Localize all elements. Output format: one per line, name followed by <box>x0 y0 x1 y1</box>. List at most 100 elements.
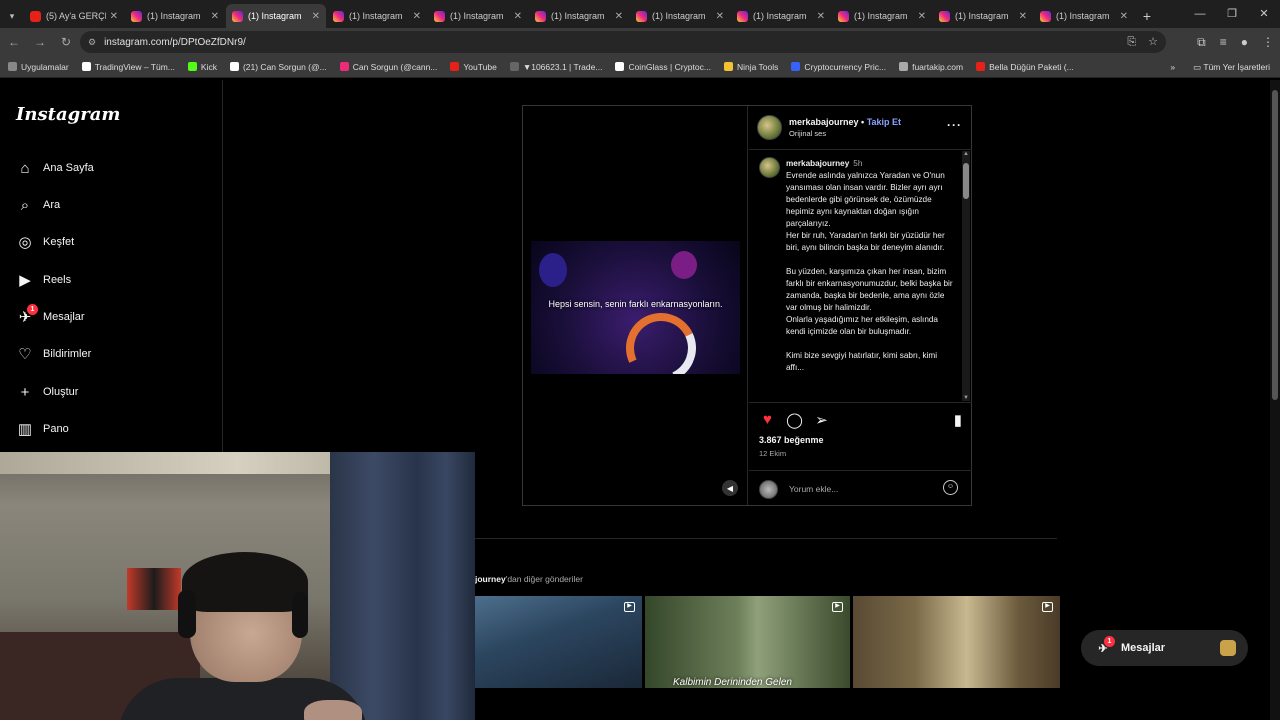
close-tab-icon[interactable]: ✕ <box>514 11 522 22</box>
bookmark-item[interactable]: (21) Can Sorgun (@... <box>229 62 327 72</box>
sidebar-item-bildirimler[interactable]: ♡ Bildirimler <box>16 342 91 366</box>
extensions-icon[interactable]: ⧉ <box>1197 28 1206 56</box>
maximize-button[interactable]: ❐ <box>1216 0 1248 28</box>
browser-tab[interactable]: (1) Instagram ✕ <box>630 4 730 28</box>
more-posts-username[interactable]: journey <box>475 574 506 584</box>
close-tab-icon[interactable]: ✕ <box>110 11 118 22</box>
instagram-logo[interactable]: Instagram <box>16 104 120 125</box>
browser-tab[interactable]: (1) Instagram ✕ <box>327 4 427 28</box>
site-info-icon[interactable]: ⚙ <box>88 37 96 48</box>
tab-search-button[interactable]: ▾ <box>0 4 24 28</box>
bookmark-item[interactable]: Can Sorgun (@cann... <box>339 62 437 72</box>
browser-tab[interactable]: (1) Instagram ✕ <box>226 4 326 28</box>
all-bookmarks-button[interactable]: ▭ Tüm Yer İşaretleri <box>1193 56 1270 78</box>
post-thumbnail[interactable]: ▶ <box>853 596 1060 688</box>
close-tab-icon[interactable]: ✕ <box>1120 11 1128 22</box>
share-icon[interactable]: ➢ <box>813 411 830 429</box>
caption-scroll-thumb[interactable] <box>963 163 969 199</box>
browser-tab[interactable]: (5) Ay'a GERÇEK ✕ <box>24 4 124 28</box>
close-tab-icon[interactable]: ✕ <box>716 11 724 22</box>
forward-button[interactable]: → <box>28 35 52 49</box>
instagram-favicon-icon <box>131 10 142 22</box>
scroll-up-arrow-icon[interactable]: ▲ <box>962 151 970 157</box>
mute-icon[interactable]: ◀ <box>722 480 738 496</box>
close-tab-icon[interactable]: ✕ <box>817 11 825 22</box>
sidebar-item-ara[interactable]: ⌕ Ara <box>16 193 60 217</box>
instagram-favicon-icon <box>838 10 849 22</box>
caption-scrollbar[interactable]: ▲ ▼ <box>962 151 970 401</box>
close-tab-icon[interactable]: ✕ <box>918 11 926 22</box>
like-heart-icon[interactable]: ♥ <box>759 411 776 428</box>
save-bookmark-icon[interactable]: ▮ <box>954 411 962 429</box>
sidebar-item-ana-sayfa[interactable]: ⌂ Ana Sayfa <box>16 156 93 180</box>
sidebar-item-mesajlar[interactable]: ✈ 1 Mesajlar <box>16 304 85 329</box>
comment-input[interactable]: Yorum ekle... <box>789 484 838 494</box>
post-thumbnail[interactable]: ▶ Kalbimin Derininden Gelen <box>645 596 850 688</box>
comment-icon[interactable]: ◯ <box>786 411 803 429</box>
install-app-icon[interactable]: ⎘ <box>1127 31 1136 53</box>
bookmark-item[interactable]: fuartakip.com <box>899 62 963 72</box>
post-date: 12 Ekim <box>759 449 787 458</box>
bookmark-item[interactable]: Uygulamalar <box>8 62 69 72</box>
close-tab-icon[interactable]: ✕ <box>413 11 421 22</box>
caption-username[interactable]: merkabajourney <box>786 159 849 168</box>
browser-tab[interactable]: (1) Instagram ✕ <box>1034 4 1134 28</box>
author-avatar[interactable] <box>757 115 782 140</box>
emoji-icon[interactable]: ☺ <box>943 480 958 495</box>
page-scroll-thumb[interactable] <box>1272 90 1278 400</box>
close-window-button[interactable]: ✕ <box>1248 0 1280 28</box>
bookmark-item[interactable]: CoinGlass | Cryptoc... <box>615 62 711 72</box>
browser-tab[interactable]: (1) Instagram ✕ <box>428 4 528 28</box>
sidebar-item-reels[interactable]: ▶ Reels <box>16 268 71 292</box>
bookmark-item[interactable]: YouTube <box>450 62 497 72</box>
close-tab-icon[interactable]: ✕ <box>312 11 320 22</box>
minimize-button[interactable]: — <box>1184 0 1216 28</box>
author-username[interactable]: merkabajourney <box>789 117 859 127</box>
follow-button[interactable]: Takip Et <box>867 117 901 127</box>
bookmark-favicon-icon <box>791 62 801 71</box>
browser-tab[interactable]: (1) Instagram ✕ <box>529 4 629 28</box>
instagram-favicon-icon <box>333 10 344 22</box>
bookmark-item[interactable]: Bella Düğün Paketi (... <box>976 62 1074 72</box>
reel-video[interactable]: Hepsi sensin, senin farklı enkarnasyonla… <box>531 241 740 374</box>
bookmark-list: Uygulamalar TradingView – Tüm... Kick (21) … <box>8 62 1087 72</box>
bookmark-item[interactable]: Kick <box>187 62 217 72</box>
sidebar-item-pano[interactable]: ▥ Pano <box>16 417 69 441</box>
page-scrollbar[interactable] <box>1270 80 1280 720</box>
bookmark-item[interactable]: ▼106623.1 | Trade... <box>509 62 602 72</box>
caption-author-avatar[interactable] <box>759 157 780 178</box>
media-control-icon[interactable]: ≡ <box>1220 28 1227 56</box>
browser-tab[interactable]: (1) Instagram ✕ <box>933 4 1033 28</box>
browser-tab[interactable]: (1) Instagram ✕ <box>832 4 932 28</box>
messages-pill-button[interactable]: ✈ 1 Mesajlar <box>1081 630 1248 666</box>
bookmark-item[interactable]: Cryptocurrency Pric... <box>791 62 886 72</box>
close-tab-icon[interactable]: ✕ <box>615 11 623 22</box>
bookmark-item[interactable]: Ninja Tools <box>723 62 778 72</box>
address-bar[interactable]: ⚙ instagram.com/p/DPtOeZfDNr9/ ⎘ ☆ <box>80 31 1166 53</box>
sidebar-item-olu-tur[interactable]: + Oluştur <box>16 380 79 404</box>
bookmark-item[interactable]: TradingView – Tüm... <box>81 62 175 72</box>
sidebar-item-ke-fet[interactable]: ◎ Keşfet <box>16 230 74 254</box>
back-button[interactable]: ← <box>2 35 26 49</box>
audio-label[interactable]: Orijinal ses <box>789 129 826 138</box>
browser-menu-icon[interactable]: ⋮ <box>1262 28 1274 56</box>
browser-tab[interactable]: (1) Instagram ✕ <box>731 4 831 28</box>
video-subtitle: Hepsi sensin, senin farklı enkarnasyonla… <box>548 299 723 309</box>
profile-avatar[interactable]: ● <box>1241 28 1248 56</box>
reload-button[interactable]: ↻ <box>54 35 78 49</box>
browser-tab[interactable]: (1) Instagram ✕ <box>125 4 225 28</box>
bookmark-star-icon[interactable]: ☆ <box>1148 31 1158 53</box>
caption-paragraph: Onlarla yaşadığımız her etkileşim, aslın… <box>786 315 938 336</box>
post-media[interactable]: Hepsi sensin, senin farklı enkarnasyonla… <box>523 106 748 505</box>
author-line: merkabajourney • Takip Et <box>789 117 901 127</box>
post-thumbnail[interactable]: ▶ <box>475 596 642 688</box>
more-options-icon[interactable]: ··· <box>947 118 962 132</box>
close-tab-icon[interactable]: ✕ <box>1019 11 1027 22</box>
close-tab-icon[interactable]: ✕ <box>211 11 219 22</box>
like-count[interactable]: 3.867 beğenme <box>759 435 824 445</box>
caption-paragraph: Bu yüzden, karşımıza çıkan her insan, bi… <box>786 267 953 312</box>
scroll-down-arrow-icon[interactable]: ▼ <box>962 395 970 401</box>
bookmarks-overflow-icon[interactable]: » <box>1170 56 1175 78</box>
bookmark-favicon-icon <box>723 62 733 71</box>
new-tab-button[interactable]: + <box>1135 4 1159 28</box>
